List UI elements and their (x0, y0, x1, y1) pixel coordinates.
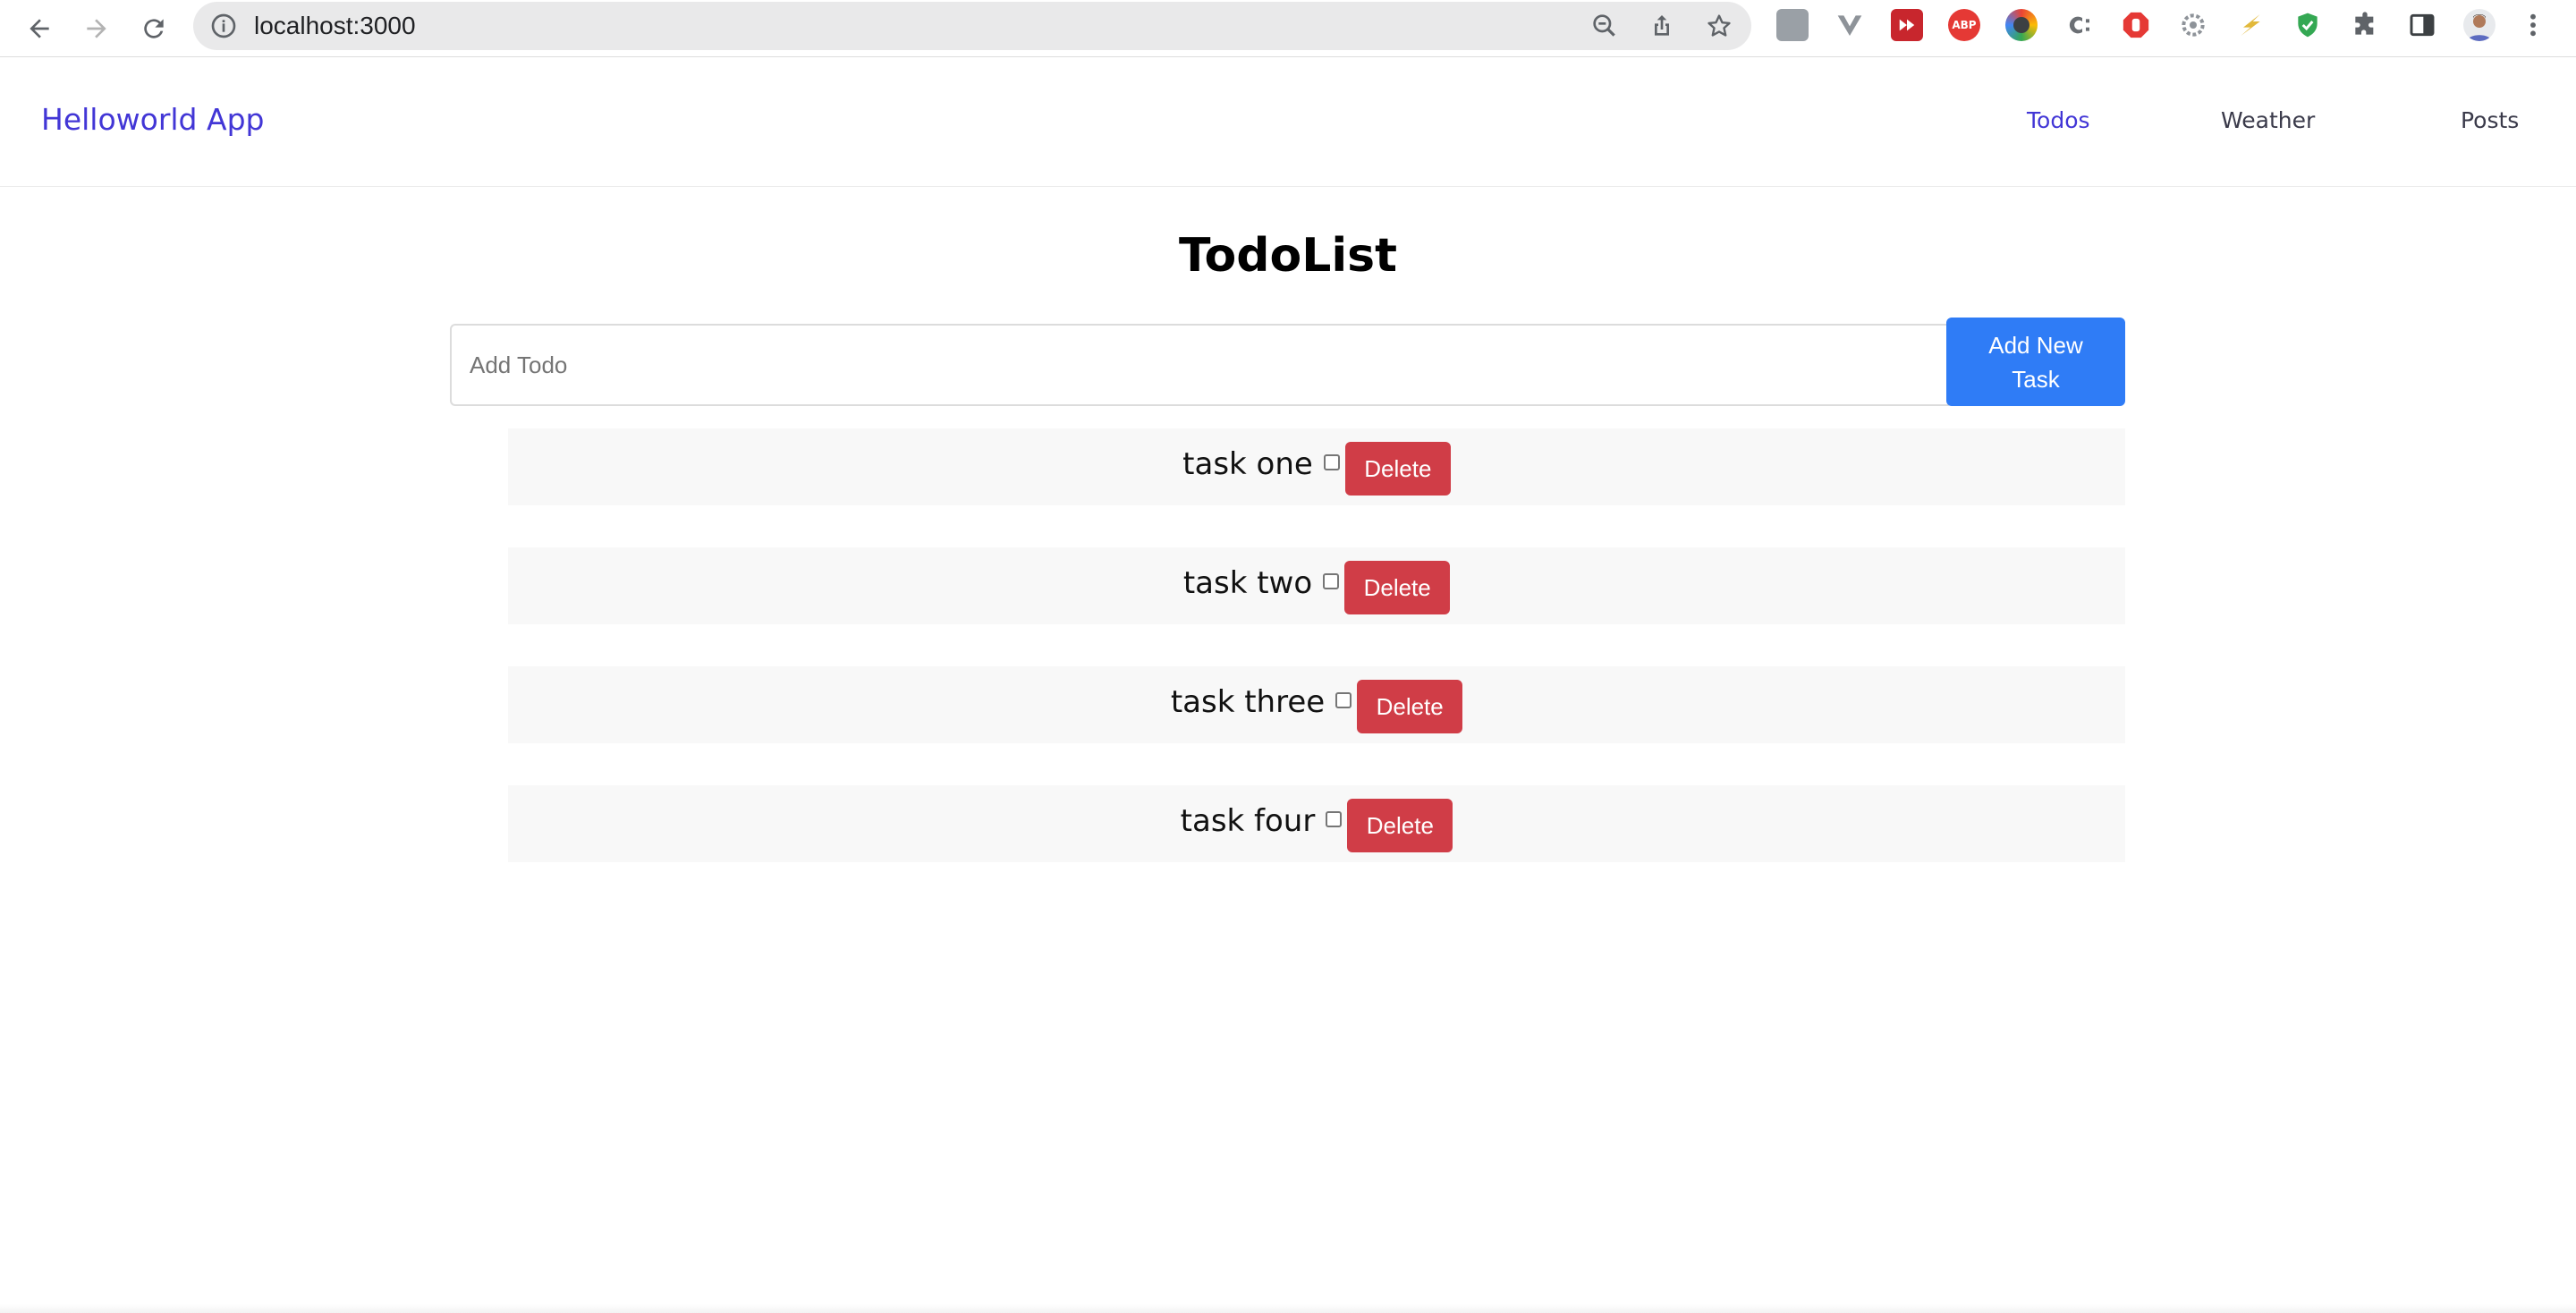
todo-item: task one Delete (508, 428, 2125, 505)
extension-adblock-plus-icon[interactable]: ABP (1948, 9, 1980, 41)
todo-item: task two Delete (508, 547, 2125, 624)
profile-avatar[interactable] (2463, 9, 2496, 41)
add-new-task-button[interactable]: Add New Task (1946, 318, 2125, 406)
abp-label: ABP (1952, 19, 1977, 31)
todo-item: task four Delete (508, 785, 2125, 862)
nav-link-posts[interactable]: Posts (2461, 107, 2519, 133)
forward-arrow-icon (87, 19, 106, 38)
window-bottom-edge (0, 1304, 2576, 1313)
nav-link-weather[interactable]: Weather (2221, 107, 2315, 133)
extension-color-picker-icon[interactable] (2005, 9, 2038, 41)
todo-checkbox[interactable] (1335, 692, 1352, 708)
extension-bookmark-icon[interactable] (1776, 9, 1809, 41)
zoom-out-icon[interactable] (1590, 12, 1619, 40)
url-text[interactable]: localhost:3000 (254, 2, 416, 50)
delete-button[interactable]: Delete (1347, 799, 1453, 852)
kebab-menu-icon[interactable] (2521, 9, 2546, 41)
extension-gear-icon[interactable] (2177, 9, 2209, 41)
puzzle-icon[interactable] (2349, 9, 2381, 41)
extension-fast-forward-icon[interactable] (1891, 9, 1923, 41)
todo-text: task two (1182, 565, 1313, 601)
todo-checkbox[interactable] (1323, 573, 1340, 589)
todo-checkbox[interactable] (1326, 811, 1343, 827)
delete-button[interactable]: Delete (1344, 442, 1451, 496)
back-button[interactable] (18, 7, 61, 50)
info-icon[interactable] (209, 12, 238, 40)
delete-button[interactable]: Delete (1344, 561, 1451, 614)
forward-button[interactable] (75, 7, 118, 50)
extension-shield-check-icon[interactable] (2292, 9, 2324, 41)
app-navbar: Helloworld App Todos Weather Posts (0, 57, 2576, 187)
todo-text: task three (1170, 684, 1326, 720)
extension-lightning-icon[interactable] (2234, 9, 2267, 41)
delete-button[interactable]: Delete (1357, 680, 1463, 733)
browser-toolbar: localhost:3000 ABP (0, 0, 2576, 57)
extension-vue-devtools-icon[interactable] (1834, 9, 1866, 41)
extension-stop-icon[interactable] (2120, 9, 2152, 41)
todo-text: task four (1180, 803, 1316, 839)
side-panel-icon[interactable] (2406, 9, 2438, 41)
todo-text: task one (1182, 446, 1313, 482)
back-arrow-icon (30, 19, 49, 38)
reload-button[interactable] (132, 7, 175, 50)
extension-code-icon[interactable] (2063, 9, 2095, 41)
star-icon[interactable] (1705, 12, 1733, 40)
page-title: TodoList (1178, 229, 1397, 283)
share-icon[interactable] (1648, 12, 1676, 40)
todo-item: task three Delete (508, 666, 2125, 743)
nav-link-todos[interactable]: Todos (2027, 107, 2090, 133)
address-bar[interactable]: localhost:3000 (193, 2, 1751, 50)
reload-icon (144, 19, 164, 38)
brand-link[interactable]: Helloworld App (41, 102, 264, 137)
todo-checkbox[interactable] (1323, 454, 1340, 470)
add-todo-input[interactable] (450, 324, 1949, 406)
